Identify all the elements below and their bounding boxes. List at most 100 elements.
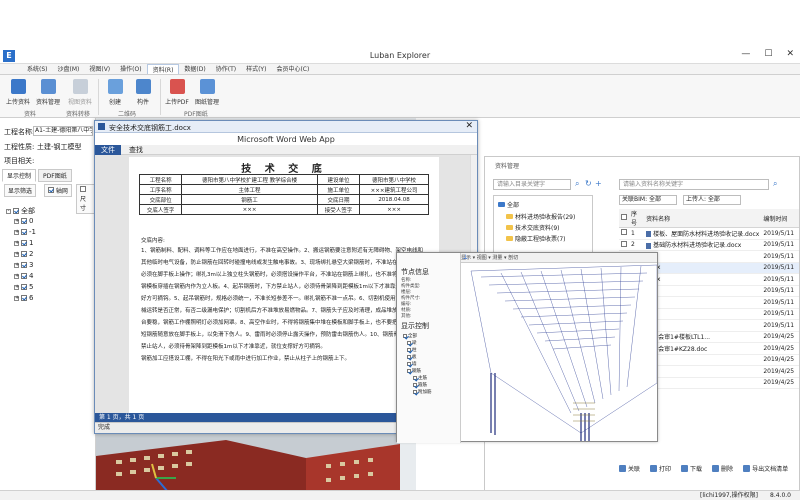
menu-resources[interactable]: 资料(R)	[146, 64, 180, 74]
tree-checkbox[interactable]	[21, 273, 27, 279]
tree-item-floor[interactable]: +3	[14, 261, 33, 269]
dir-item[interactable]: 材料进场验收报告(29)	[506, 212, 575, 221]
tab-find[interactable]: 查找	[123, 145, 149, 155]
tree-item-floor[interactable]: +4	[14, 272, 33, 280]
upload-pdf-button[interactable]: 上传PDF	[162, 79, 192, 106]
table-row[interactable]: 2 基础防水材料进场验收记录.docx 2019/5/11	[619, 239, 799, 251]
tree-checkbox[interactable]	[407, 341, 411, 345]
dimension-checkbox[interactable]	[80, 186, 86, 192]
tree-checkbox[interactable]	[21, 229, 27, 235]
row-checkbox[interactable]	[621, 240, 627, 247]
display-tree-item[interactable]: 柱	[407, 347, 417, 353]
display-tree-item[interactable]: 全部	[403, 333, 417, 339]
link-button[interactable]: 关联	[619, 464, 640, 473]
project-name-field[interactable]: A1-土建-德阳第八中学	[33, 126, 93, 136]
rebar-3d-view[interactable]	[461, 263, 657, 441]
expand-icon[interactable]: +	[14, 262, 19, 268]
menu-collab[interactable]: 协作(T)	[211, 64, 241, 74]
tree-checkbox[interactable]	[21, 240, 27, 246]
tree-item-floor[interactable]: +5	[14, 283, 33, 291]
tree-checkbox[interactable]	[21, 262, 27, 268]
search-icon[interactable]: ⌕	[773, 179, 777, 189]
close-icon[interactable]: ✕	[465, 121, 473, 131]
upload-resource-button[interactable]: 上传资料	[3, 79, 33, 106]
expand-icon[interactable]: +	[14, 218, 19, 224]
download-button[interactable]: 下载	[681, 464, 702, 473]
menu-view[interactable]: 视图(V)	[84, 64, 115, 74]
tab-pdf-drawing[interactable]: PDF图纸	[38, 169, 72, 182]
menu-system[interactable]: 系统(S)	[22, 64, 53, 74]
expand-icon[interactable]: +	[14, 251, 19, 257]
resource-manage-button[interactable]: 资料管理	[33, 79, 63, 106]
expand-icon[interactable]: +	[14, 229, 19, 235]
dir-item[interactable]: 隐蔽工程验收票(7)	[506, 234, 566, 243]
column-header-check[interactable]	[619, 209, 629, 228]
display-tree-item[interactable]: 墙	[407, 361, 417, 367]
select-all-checkbox[interactable]	[621, 214, 627, 220]
tree-item-floor[interactable]: +2	[14, 250, 33, 258]
expand-icon[interactable]: +	[14, 295, 19, 301]
axis-grid-toggle[interactable]: 轴网	[44, 184, 72, 197]
bim-filter-select[interactable]: 关联BIM: 全部	[619, 195, 677, 205]
expand-icon[interactable]: +	[14, 284, 19, 290]
tree-item-floor[interactable]: +6	[14, 294, 33, 302]
column-header-name[interactable]: 资料名称	[644, 209, 762, 228]
search-icon[interactable]: ⌕	[575, 179, 579, 189]
row-checkbox[interactable]	[621, 229, 627, 236]
menu-style[interactable]: 样式(Y)	[241, 64, 271, 74]
tree-checkbox[interactable]	[413, 390, 417, 394]
minimize-icon[interactable]: —	[741, 49, 750, 59]
file-search-input[interactable]: 请输入资料名称关键字	[619, 179, 769, 190]
display-tree-item[interactable]: 钢筋	[407, 368, 421, 374]
drawing-manage-button[interactable]: 图纸管理	[192, 79, 222, 106]
dir-item-all[interactable]: 全部	[498, 200, 519, 209]
tree-checkbox[interactable]	[13, 208, 19, 214]
component-qr-button[interactable]: 构件	[128, 79, 158, 106]
tree-checkbox[interactable]	[21, 218, 27, 224]
delete-button[interactable]: 删除	[712, 464, 733, 473]
tree-checkbox[interactable]	[21, 284, 27, 290]
collapse-icon[interactable]: -	[6, 208, 11, 214]
tree-checkbox[interactable]	[21, 251, 27, 257]
column-header-index[interactable]: 序号	[629, 209, 645, 228]
dimension-toggle[interactable]: 尺寸	[76, 184, 95, 214]
tree-checkbox[interactable]	[407, 362, 411, 366]
expand-icon[interactable]: +	[14, 240, 19, 246]
tree-checkbox[interactable]	[407, 355, 411, 359]
menu-operate[interactable]: 操作(O)	[115, 64, 146, 74]
tree-checkbox[interactable]	[407, 369, 411, 373]
tree-item-floor[interactable]: + -1	[14, 228, 36, 236]
close-icon[interactable]: ✕	[786, 49, 794, 59]
tree-checkbox[interactable]	[21, 295, 27, 301]
tree-checkbox[interactable]	[413, 383, 417, 387]
uploader-filter-select[interactable]: 上传人: 全部	[683, 195, 741, 205]
tree-checkbox[interactable]	[403, 334, 407, 338]
tree-item-floor[interactable]: +1	[14, 239, 33, 247]
export-list-button[interactable]: 导出文档清单	[743, 464, 788, 473]
display-tree-item[interactable]: 板	[407, 354, 417, 360]
table-row[interactable]: 1 楼板、屋面防水材料进场验收记录.docx 2019/5/11	[619, 227, 799, 240]
display-tree-item[interactable]: 主筋	[413, 375, 427, 381]
expand-icon[interactable]: +	[14, 273, 19, 279]
view-resource-button[interactable]: 视图资料	[65, 79, 95, 106]
maximize-icon[interactable]: ☐	[764, 49, 772, 59]
display-filter-button[interactable]: 显示筛选	[4, 184, 37, 197]
menu-data[interactable]: 数据(D)	[179, 64, 210, 74]
create-qr-button[interactable]: 创建	[100, 79, 130, 106]
refresh-icon[interactable]: ↻	[585, 179, 592, 188]
column-header-date[interactable]: 编制时间	[761, 209, 799, 228]
print-button[interactable]: 打印	[650, 464, 671, 473]
tab-display-control[interactable]: 显示控制	[2, 169, 37, 182]
display-tree-item[interactable]: 箍筋	[413, 382, 427, 388]
add-folder-icon[interactable]: +	[595, 179, 602, 188]
directory-search-input[interactable]: 请输入目录关键字	[493, 179, 571, 190]
menu-sandbox[interactable]: 沙盘(M)	[53, 64, 85, 74]
tree-checkbox[interactable]	[413, 376, 417, 380]
axis-grid-checkbox[interactable]	[48, 187, 54, 193]
menu-member[interactable]: 会员中心(C)	[271, 64, 314, 74]
tree-item-floor[interactable]: +0	[14, 217, 33, 225]
display-tree-item[interactable]: 附加筋	[413, 389, 432, 395]
tree-item-all[interactable]: - 全部	[6, 206, 35, 216]
tab-file[interactable]: 文件	[95, 145, 121, 155]
display-tree-item[interactable]: 梁	[407, 340, 417, 346]
